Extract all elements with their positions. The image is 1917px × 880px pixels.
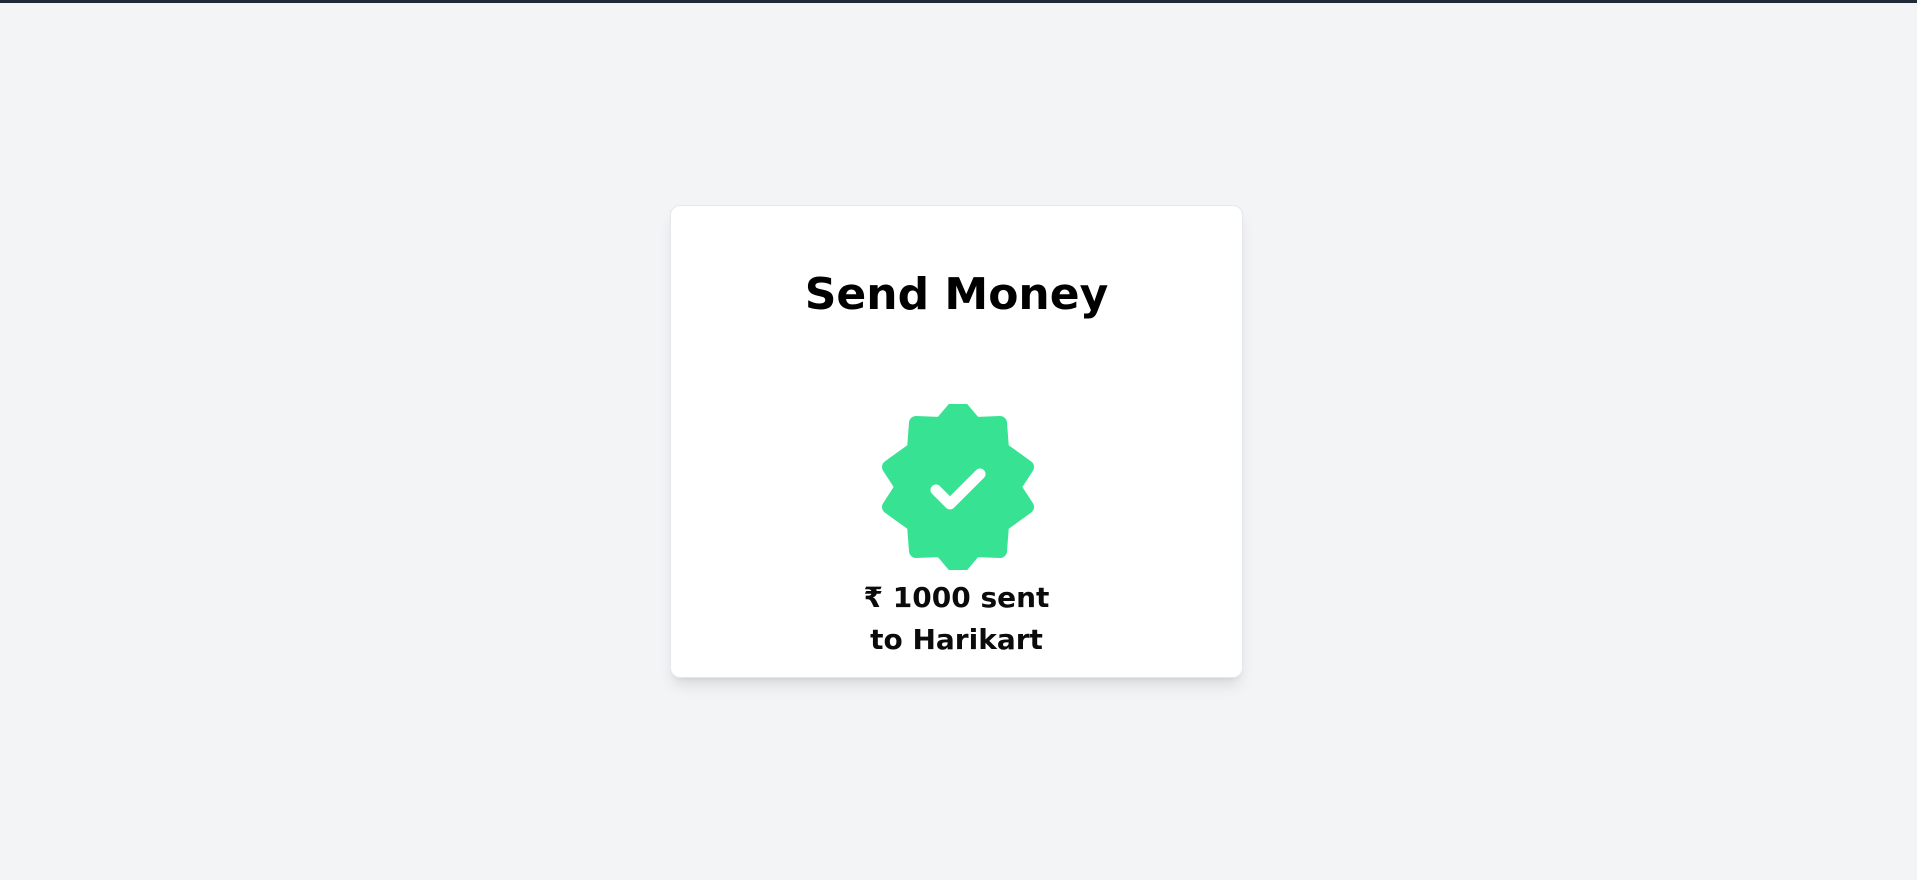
send-money-card: Send Money ₹ 1000 sent to Harikart — [670, 205, 1243, 678]
top-border — [0, 0, 1917, 3]
verified-badge-check-icon — [875, 404, 1041, 570]
success-message: ₹ 1000 sent to Harikart — [671, 577, 1242, 661]
page-title: Send Money — [804, 269, 1109, 320]
amount-sent-text: ₹ 1000 sent — [863, 581, 1050, 614]
recipient-text: to Harikart — [870, 623, 1043, 656]
